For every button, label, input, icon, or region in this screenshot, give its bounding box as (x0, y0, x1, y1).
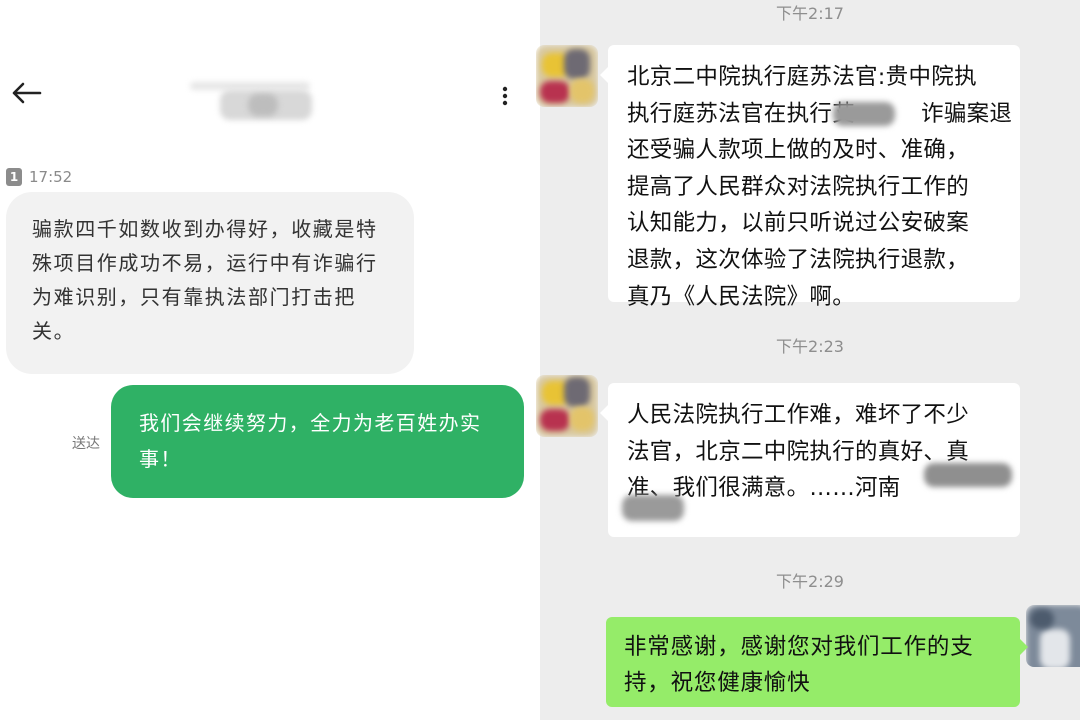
incoming-wechat-bubble[interactable]: 北京二中院执行庭苏法官:贵中院执 执行庭苏法官在执行艾 诈骗案退 还受骗人款项上做… (600, 45, 1020, 310)
message-line: 提高了人民群众对法院执行工作的 (627, 173, 970, 200)
timestamp: 下午2:17 (776, 4, 844, 23)
redacted-name (622, 495, 684, 521)
redacted-name (833, 102, 895, 126)
message-line: 北京二中院执行庭苏法官:贵中院执 (627, 64, 977, 90)
avatar[interactable] (536, 375, 598, 437)
message-line: 真乃《人民法院》啊。 (627, 283, 856, 310)
incoming-wechat-bubble[interactable]: 人民法院执行工作难，难坏了不少 法官，北京二中院执行的真好、真 准、我们很满意。… (600, 383, 1020, 537)
message-line: 认知能力，以前只听说过公安破案 (627, 210, 970, 237)
sim-card-badge: 1 (6, 168, 22, 186)
more-vertical-icon[interactable] (498, 85, 512, 107)
avatar[interactable] (536, 45, 598, 107)
message-line: 事！ (139, 447, 182, 471)
back-arrow-icon[interactable] (10, 78, 44, 108)
message-line: 持，祝您健康愉快 (624, 670, 811, 696)
message-line: 退款，这次体验了法院执行退款， (627, 246, 970, 273)
delivered-status: 送达 (72, 436, 100, 452)
redacted-name (924, 463, 1012, 487)
message-line: 关。 (32, 319, 76, 343)
avatar[interactable] (1026, 605, 1080, 667)
message-line: 人民法院执行工作难，难坏了不少 (627, 402, 970, 428)
message-line: 为难识别，只有靠执法部门打击把 (32, 285, 356, 309)
message-line: 骗款四千如数收到办得好，收藏是特 (32, 217, 378, 241)
message-line: 还受骗人款项上做的及时、准确， (627, 137, 970, 164)
timestamp: 下午2:29 (776, 572, 844, 591)
outgoing-sms-bubble[interactable]: 我们会继续努力，全力为老百姓办实 事！ (111, 385, 524, 498)
timestamp: 下午2:23 (776, 337, 844, 356)
message-line: 殊项目作成功不易，运行中有诈骗行 (32, 251, 378, 275)
sms-chat-panel: 1 17:52 骗款四千如数收到办得好，收藏是特 殊项目作成功不易，运行中有诈骗… (0, 0, 540, 720)
message-line: 非常感谢，感谢您对我们工作的支 (624, 634, 974, 660)
message-line: 执行庭苏法官在执行艾 诈骗案退 (627, 100, 1013, 127)
outgoing-wechat-bubble[interactable]: 非常感谢，感谢您对我们工作的支 持，祝您健康愉快 (606, 617, 1028, 707)
contact-number-redacted (190, 82, 312, 122)
message-line: 我们会继续努力，全力为老百姓办实 (139, 411, 482, 435)
incoming-sms-bubble[interactable]: 骗款四千如数收到办得好，收藏是特 殊项目作成功不易，运行中有诈骗行 为难识别，只… (6, 192, 414, 374)
message-time: 17:52 (29, 168, 73, 186)
